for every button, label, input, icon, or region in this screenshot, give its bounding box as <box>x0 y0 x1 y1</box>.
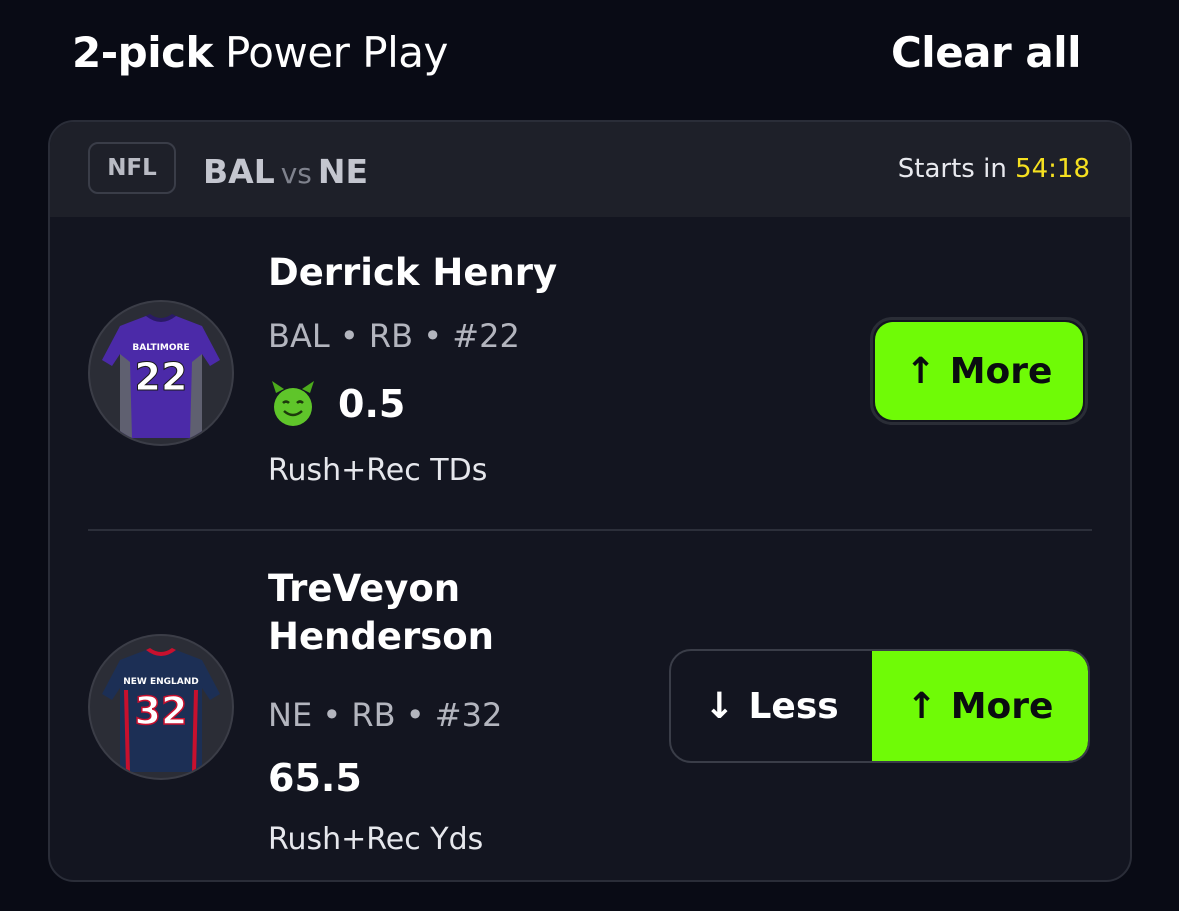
game-card: NFL BAL vs NE Starts in 54:18 BALTIMORE 22… <box>48 120 1132 882</box>
start-time: Starts in 54:18 <box>898 154 1090 184</box>
play-mode: Power Play <box>224 28 448 77</box>
arrow-up-icon: ↑ <box>905 350 936 392</box>
starts-label: Starts in <box>897 154 1007 184</box>
game-header: NFL BAL vs NE Starts in 54:18 <box>50 122 1130 217</box>
matchup: BAL vs NE <box>203 152 368 191</box>
lineup-title: 2-pick Power Play <box>72 28 448 77</box>
pick-row: NEW ENGLAND 32 TreVeyon Henderson NE • R… <box>50 532 1130 880</box>
player-meta: BAL • RB • #22 <box>268 317 520 355</box>
pick-count: 2-pick <box>72 28 213 77</box>
stat-type: Rush+Rec Yds <box>268 822 484 857</box>
less-button[interactable]: ↓ Less <box>671 651 872 761</box>
jersey-icon: BALTIMORE 22 <box>102 314 220 438</box>
away-team: NE <box>317 152 369 191</box>
clear-all-button[interactable]: Clear all <box>891 28 1082 77</box>
player-name: Derrick Henry <box>268 251 558 294</box>
player-avatar: NEW ENGLAND 32 <box>88 634 234 780</box>
divider <box>88 529 1092 531</box>
more-button[interactable]: ↑ More <box>870 317 1088 425</box>
demon-icon <box>272 381 314 426</box>
more-label: More <box>949 350 1053 392</box>
projection-line: 65.5 <box>268 756 362 800</box>
less-more-toggle: ↓ Less ↑ More <box>669 649 1090 763</box>
league-badge: NFL <box>88 142 176 194</box>
home-team: BAL <box>203 152 275 191</box>
player-name: TreVeyon Henderson <box>268 567 495 658</box>
vs-label: vs <box>280 157 312 190</box>
jersey-icon: NEW ENGLAND 32 <box>102 648 220 772</box>
line-value: 0.5 <box>338 382 406 426</box>
arrow-down-icon: ↓ <box>704 685 735 727</box>
more-button-fill[interactable]: ↑ More <box>875 322 1083 420</box>
more-label: More <box>950 685 1054 727</box>
jersey-team-text: BALTIMORE <box>132 343 189 353</box>
jersey-number-text: 32 <box>135 689 188 733</box>
top-bar: 2-pick Power Play Clear all <box>0 0 1179 110</box>
less-label: Less <box>748 685 839 727</box>
more-button[interactable]: ↑ More <box>872 651 1088 761</box>
jersey-number-text: 22 <box>135 355 188 399</box>
projection-line: 0.5 <box>268 379 405 429</box>
stat-type: Rush+Rec TDs <box>268 453 488 488</box>
line-value: 65.5 <box>268 756 362 800</box>
countdown-timer: 54:18 <box>1015 154 1090 184</box>
pick-row: BALTIMORE 22 Derrick Henry BAL • RB • #2… <box>50 217 1130 530</box>
jersey-team-text: NEW ENGLAND <box>123 677 199 687</box>
player-meta: NE • RB • #32 <box>268 696 503 734</box>
player-avatar: BALTIMORE 22 <box>88 300 234 446</box>
arrow-up-icon: ↑ <box>906 685 937 727</box>
